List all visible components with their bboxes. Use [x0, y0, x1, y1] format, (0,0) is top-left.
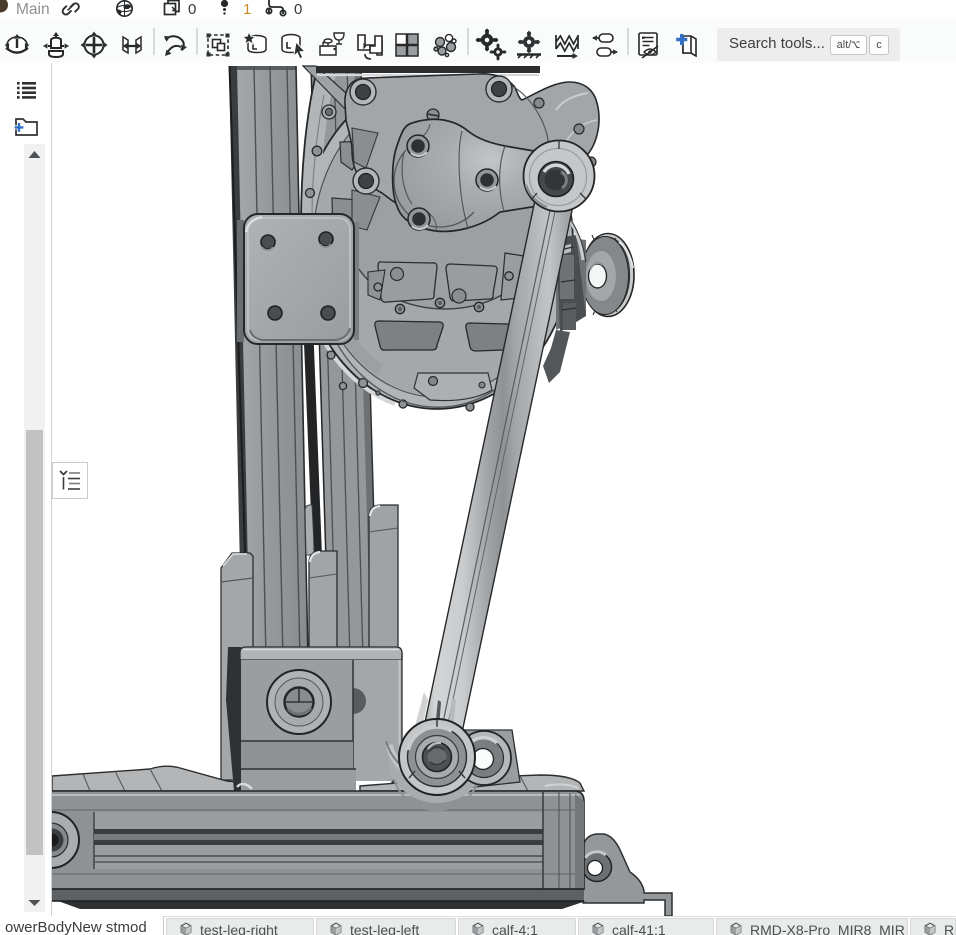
svg-text:0: 0 [188, 1, 196, 18]
svg-text:0: 0 [294, 1, 302, 18]
svg-text:Main: Main [16, 1, 50, 18]
svg-text:1: 1 [243, 1, 251, 18]
